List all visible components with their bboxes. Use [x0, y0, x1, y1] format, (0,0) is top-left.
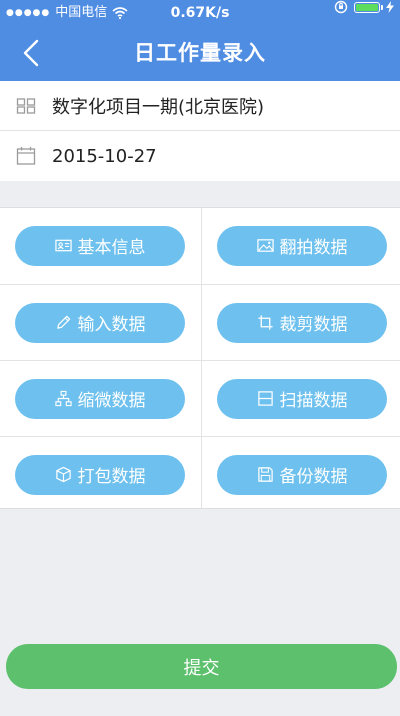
scan-data-button[interactable]: 扫描数据: [217, 378, 387, 419]
input-data-button[interactable]: 输入数据: [15, 302, 185, 343]
action-cell: 缩微数据: [0, 361, 200, 437]
calendar-icon: [16, 147, 36, 165]
microfilm-data-button[interactable]: 缩微数据: [15, 378, 185, 419]
hierarchy-icon: [54, 391, 72, 407]
pencil-icon: [56, 315, 70, 330]
box-icon: [55, 467, 71, 483]
crop-icon: [257, 315, 273, 330]
submit-button[interactable]: 提交: [6, 644, 397, 689]
action-cell: 翻拍数据: [202, 208, 400, 284]
info-section: 数字化项目一期(北京医院) 2015-10-27: [0, 81, 400, 181]
action-cell: 打包数据: [0, 437, 200, 513]
action-grid: 基本信息 翻拍数据 输入数据 裁剪数据 缩微数据 扫描数据 打包数据 备份数据: [0, 207, 400, 509]
status-bar: ●●●●● 中国电信 0.67K/s: [0, 0, 400, 26]
project-name: 数字化项目一期(北京医院): [52, 96, 265, 118]
floppy-disk-icon: [257, 467, 273, 482]
action-cell: 裁剪数据: [202, 285, 400, 361]
date-value: 2015-10-27: [52, 145, 157, 167]
rephotograph-data-button[interactable]: 翻拍数据: [217, 225, 387, 266]
id-card-icon: [54, 239, 72, 252]
action-cell: 基本信息: [0, 208, 200, 284]
action-cell: 备份数据: [202, 437, 400, 513]
charging-icon: [386, 1, 394, 13]
scanner-icon: [257, 391, 273, 406]
crop-data-button[interactable]: 裁剪数据: [217, 302, 387, 343]
backup-data-button[interactable]: 备份数据: [217, 454, 387, 495]
rotation-lock-icon: [334, 0, 348, 14]
page-title: 日工作量录入: [134, 41, 266, 65]
battery-icon: [354, 1, 383, 13]
grid-icon: [16, 97, 36, 114]
top-bar: ●●●●● 中国电信 0.67K/s 日工作量录入: [0, 0, 400, 81]
action-cell: 扫描数据: [202, 361, 400, 437]
package-data-button[interactable]: 打包数据: [15, 454, 185, 495]
date-row[interactable]: 2015-10-27: [0, 131, 400, 181]
action-cell: 输入数据: [0, 285, 200, 361]
nav-bar: 日工作量录入: [0, 26, 400, 81]
image-icon: [256, 239, 274, 253]
basic-info-button[interactable]: 基本信息: [15, 225, 185, 266]
project-row[interactable]: 数字化项目一期(北京医院): [0, 81, 400, 131]
